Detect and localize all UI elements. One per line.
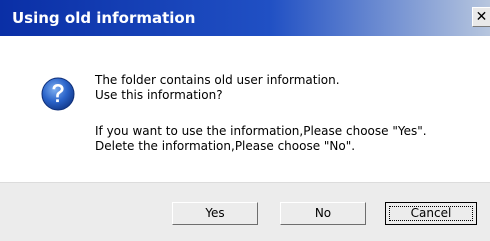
close-button[interactable]: ✕ (472, 7, 490, 27)
close-icon: ✕ (475, 9, 488, 25)
cancel-button[interactable]: Cancel (385, 202, 477, 225)
window-title: Using old information (12, 9, 196, 27)
message-line-2: Use this information? (95, 88, 223, 102)
yes-button[interactable]: Yes (172, 202, 258, 225)
question-icon (41, 77, 75, 111)
title-bar[interactable]: Using old information ✕ (0, 0, 490, 36)
message-line-1: The folder contains old user information… (95, 73, 340, 87)
no-button[interactable]: No (280, 202, 366, 225)
dialog-window: Using old information ✕ The folder conta… (0, 0, 490, 241)
cancel-button-label: Cancel (410, 206, 452, 220)
message-line-3: If you want to use the information,Pleas… (95, 124, 427, 138)
message-line-4: Delete the information,Please choose "No… (95, 139, 356, 153)
